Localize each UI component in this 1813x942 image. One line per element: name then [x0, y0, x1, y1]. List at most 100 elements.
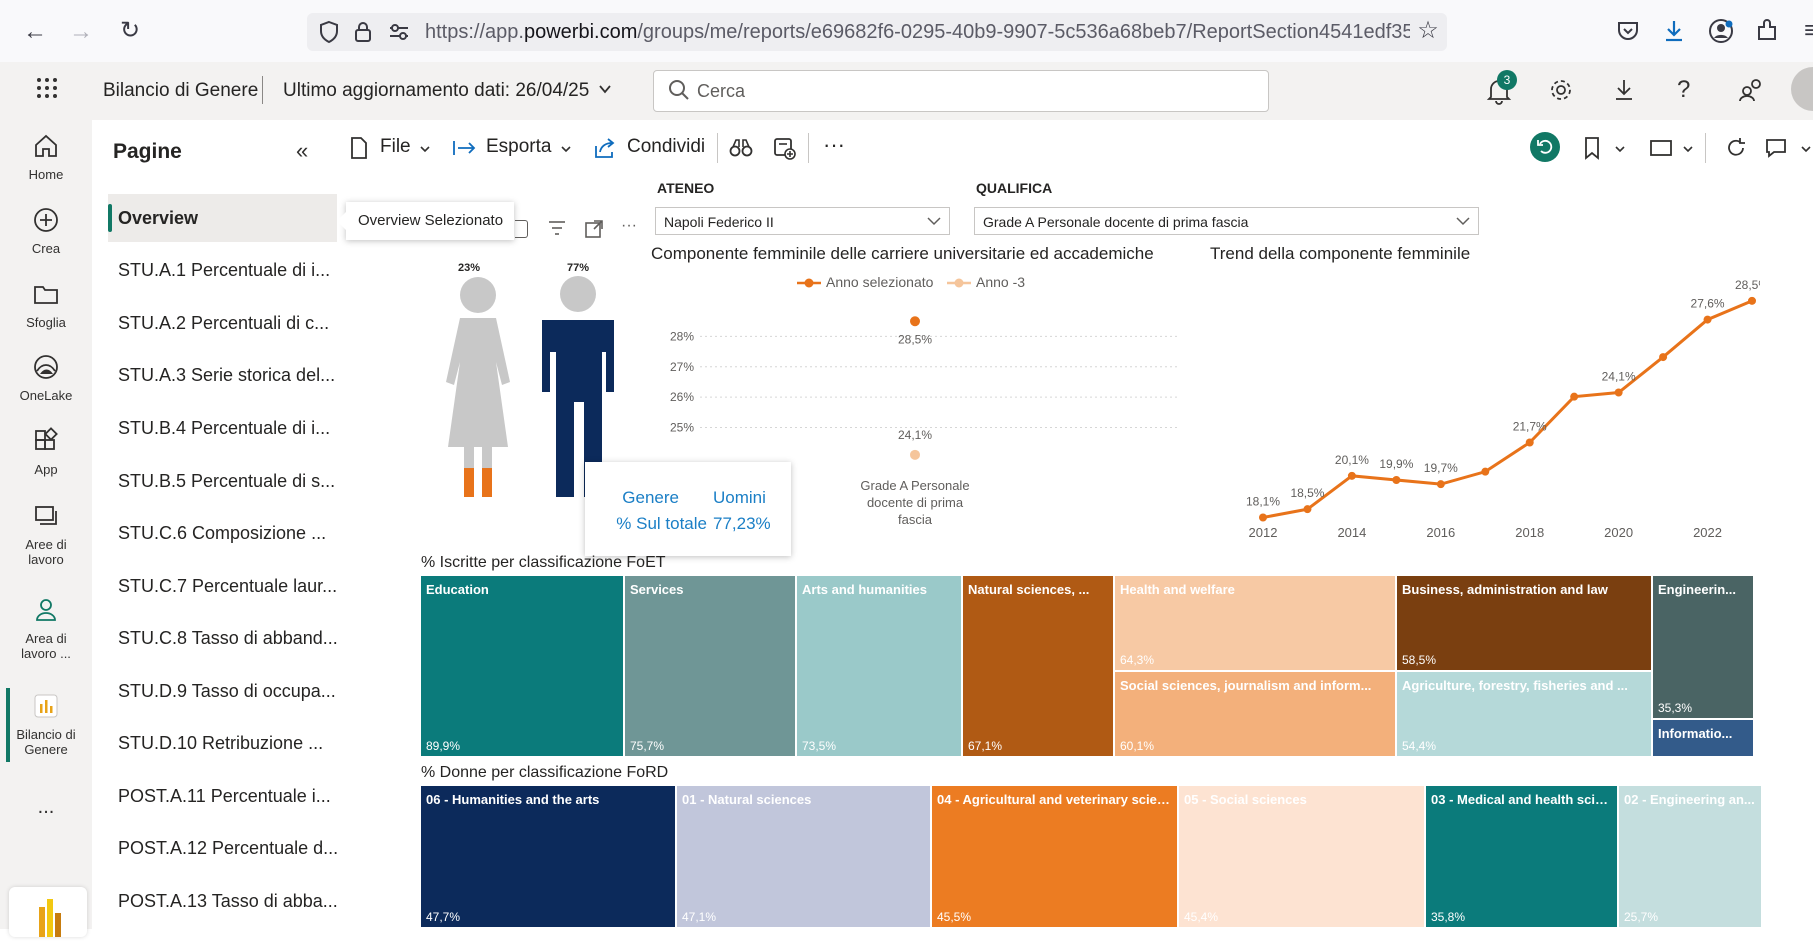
treemap-tile[interactable]: Agriculture, forestry, fisheries and ...…: [1397, 672, 1653, 758]
foet-treemap[interactable]: Education 89,9% Services 75,7% Arts and huma…: [421, 576, 1755, 758]
rail-item-create[interactable]: Crea: [0, 206, 92, 256]
report-title[interactable]: Bilancio di Genere: [103, 80, 258, 102]
view-icon[interactable]: [1649, 139, 1673, 162]
treemap-tile[interactable]: Services 75,7%: [625, 576, 797, 758]
search-input[interactable]: [653, 70, 1269, 112]
export-icon[interactable]: [452, 138, 478, 163]
more-options-icon[interactable]: ···: [621, 217, 637, 235]
collapse-panel-icon[interactable]: «: [296, 138, 308, 164]
treemap-tile[interactable]: 04 - Agricultural and veterinary scien..…: [932, 786, 1179, 929]
file-icon[interactable]: [349, 136, 369, 165]
menu-icon[interactable]: ≡: [1796, 16, 1813, 46]
url-text[interactable]: https://app.powerbi.com/groups/me/report…: [425, 21, 1410, 44]
treemap-tile[interactable]: Engineerin... 35,3%: [1653, 576, 1755, 720]
trend-line-chart[interactable]: 18,1% 18,5% 20,1% 19,9% 19,7% 21,7% 24,1% 27,6%…: [1200, 270, 1760, 550]
data-point: [1347, 471, 1356, 480]
treemap-tile[interactable]: Informatio...: [1653, 720, 1755, 758]
page-item[interactable]: POST.A.13 Tasso di abba...: [108, 877, 337, 925]
female-pictogram[interactable]: [430, 272, 542, 502]
page-item-overview[interactable]: Overview: [108, 194, 337, 242]
file-menu[interactable]: File: [380, 136, 411, 158]
treemap-tile[interactable]: 05 - Social sciences 45,4%: [1179, 786, 1426, 929]
last-update-text[interactable]: Ultimo aggiornamento dati: 26/04/25: [283, 80, 589, 102]
chevron-down-icon[interactable]: [1614, 142, 1626, 160]
share-button[interactable]: Condividi: [627, 136, 705, 158]
back-arrow-icon[interactable]: ←: [20, 17, 50, 47]
export-menu[interactable]: Esporta: [486, 136, 551, 158]
focus-mode-icon[interactable]: [584, 219, 604, 244]
rail-item-app[interactable]: App: [0, 427, 92, 477]
feedback-people-icon[interactable]: [1738, 77, 1764, 108]
rail-item-workspaces[interactable]: Aree di lavoro: [0, 502, 92, 567]
treemap-tile-value: 58,5%: [1402, 653, 1437, 667]
add-to-teams-icon[interactable]: [772, 136, 796, 165]
chevron-down-icon[interactable]: [560, 142, 572, 160]
rail-item-home[interactable]: Home: [0, 132, 92, 182]
reload-icon[interactable]: ↻: [115, 16, 145, 46]
treemap-tile-value: 64,3%: [1120, 653, 1155, 667]
toolbar-more-button[interactable]: ···: [823, 132, 845, 158]
page-item[interactable]: STU.C.6 Composizione ...: [108, 509, 337, 557]
reset-icon[interactable]: [1530, 132, 1560, 162]
app-launcher-icon[interactable]: [36, 77, 58, 104]
page-item[interactable]: POST.A.11 Percentuale i...: [108, 772, 337, 820]
rail-item-onelake[interactable]: OneLake: [0, 353, 92, 403]
treemap-tile[interactable]: Education 89,9%: [421, 576, 625, 758]
page-item[interactable]: STU.B.5 Percentuale di s...: [108, 457, 337, 505]
chevron-down-icon[interactable]: [598, 82, 612, 101]
treemap-tile[interactable]: 02 - Engineering an... 25,7%: [1619, 786, 1763, 929]
page-item[interactable]: STU.A.2 Percentuali di c...: [108, 299, 337, 347]
treemap-tile[interactable]: Arts and humanities 73,5%: [797, 576, 963, 758]
shield-icon[interactable]: [318, 20, 340, 49]
page-item[interactable]: STU.D.9 Tasso di occupa...: [108, 667, 337, 715]
account-icon[interactable]: [1708, 18, 1734, 49]
ateneo-dropdown[interactable]: Napoli Federico II: [655, 207, 950, 235]
help-icon[interactable]: ?: [1677, 76, 1690, 104]
ford-treemap[interactable]: 06 - Humanities and the arts 47,7% 01 - Na…: [421, 786, 1763, 929]
rail-item-my-workspace[interactable]: Area di lavoro ...: [0, 596, 92, 661]
rail-more-button[interactable]: ...: [0, 796, 92, 819]
forward-arrow-icon[interactable]: →: [66, 17, 96, 47]
page-item[interactable]: STU.D.10 Retribuzione ...: [108, 719, 337, 767]
pin-icon[interactable]: [515, 220, 528, 238]
treemap-tile[interactable]: Health and welfare 64,3%: [1115, 576, 1397, 672]
treemap-title-foet: % Iscritte per classificazione FoET: [421, 554, 666, 571]
download-icon[interactable]: [1662, 18, 1686, 49]
qualifica-dropdown[interactable]: Grade A Personale docente di prima fasci…: [974, 207, 1479, 235]
page-item[interactable]: STU.B.4 Percentuale di i...: [108, 404, 337, 452]
tooltip-val-genere: Uomini: [713, 488, 766, 507]
treemap-tile[interactable]: Business, administration and law 58,5%: [1397, 576, 1653, 672]
extensions-icon[interactable]: [1754, 18, 1780, 49]
rail-item-browse[interactable]: Sfoglia: [0, 280, 92, 330]
chevron-down-icon[interactable]: [1800, 142, 1812, 160]
comment-icon[interactable]: [1764, 136, 1788, 165]
x-tick-label: 2016: [1426, 525, 1455, 540]
pocket-icon[interactable]: [1616, 20, 1640, 47]
tooltip-text: Overview Selezionato: [358, 212, 504, 229]
share-icon[interactable]: [593, 136, 617, 165]
rail-item-bilancio-di-genere[interactable]: Bilancio di Genere: [0, 692, 92, 757]
page-item[interactable]: POST.A.12 Percentuale d...: [108, 824, 337, 872]
binoculars-icon[interactable]: [729, 138, 753, 163]
page-item[interactable]: STU.A.1 Percentuale di i...: [108, 246, 337, 294]
page-item[interactable]: STU.C.7 Percentuale laur...: [108, 562, 337, 610]
bookmark-icon[interactable]: [1583, 136, 1601, 165]
filter-icon[interactable]: [547, 219, 567, 242]
lock-icon[interactable]: [353, 20, 373, 49]
site-permissions-icon[interactable]: [388, 22, 410, 47]
treemap-tile[interactable]: Social sciences, journalism and inform..…: [1115, 672, 1397, 758]
page-item[interactable]: STU.C.8 Tasso di abband...: [108, 614, 337, 662]
chevron-down-icon[interactable]: [419, 142, 431, 160]
treemap-tile[interactable]: 06 - Humanities and the arts 47,7%: [421, 786, 677, 929]
page-item[interactable]: STU.A.3 Serie storica del...: [108, 351, 337, 399]
bookmark-star-icon[interactable]: ☆: [1413, 16, 1443, 46]
settings-gear-icon[interactable]: [1548, 77, 1574, 108]
refresh-icon[interactable]: [1724, 136, 1748, 165]
download-icon[interactable]: [1612, 77, 1636, 108]
treemap-tile[interactable]: 01 - Natural sciences 47,1%: [677, 786, 932, 929]
treemap-tile[interactable]: 03 - Medical and health scie... 35,8%: [1426, 786, 1619, 929]
qualifica-label: QUALIFICA: [976, 180, 1053, 196]
chevron-down-icon[interactable]: [1682, 142, 1694, 160]
treemap-tile[interactable]: Natural sciences, ... 67,1%: [963, 576, 1115, 758]
treemap-tile-name: Education: [426, 582, 489, 597]
